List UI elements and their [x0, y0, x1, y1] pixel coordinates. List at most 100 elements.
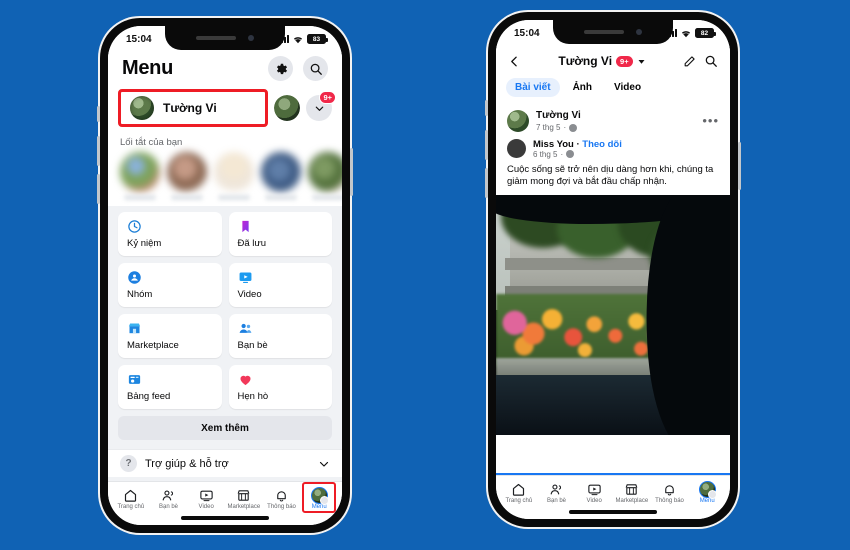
shortcut-avatar: [167, 152, 207, 192]
nav-item-notifications[interactable]: Thông báo: [263, 485, 301, 511]
tab-photos[interactable]: Ảnh: [564, 78, 601, 97]
nav-label: Menu: [699, 498, 715, 504]
list-item[interactable]: [308, 152, 342, 200]
tab-posts[interactable]: Bài viết: [506, 78, 560, 97]
page-title: Tường Vi: [558, 54, 613, 68]
post-photo[interactable]: [496, 195, 730, 436]
avatar: [698, 480, 717, 499]
nav-item-video[interactable]: Video: [187, 485, 225, 511]
wifi-icon: [293, 36, 303, 43]
chevron-left-icon[interactable]: [508, 55, 521, 68]
list-item[interactable]: [214, 152, 254, 200]
home-icon: [511, 481, 526, 497]
post-author[interactable]: Tường Vi: [536, 110, 695, 123]
home-indicator: [108, 511, 342, 525]
shared-author[interactable]: Miss You: [533, 139, 574, 150]
nav-item-friends[interactable]: Bạn bè: [538, 479, 576, 505]
nav-item-friends[interactable]: Bạn bè: [150, 485, 188, 511]
nav-label: Trang chủ: [117, 504, 145, 510]
tile-label: Video: [237, 289, 262, 300]
nav-item-menu[interactable]: Menu: [300, 482, 338, 513]
shortcut-avatar: [120, 152, 160, 192]
profile-card-highlighted[interactable]: Tường Vi: [118, 89, 268, 127]
list-item[interactable]: [261, 152, 301, 200]
follow-link[interactable]: Theo dõi: [582, 139, 622, 150]
nav-label: Bạn bè: [158, 504, 179, 510]
tile-friends[interactable]: Bạn bè: [228, 314, 332, 358]
nav-label: Video: [586, 498, 602, 504]
front-camera: [636, 29, 642, 35]
bell-icon: [662, 481, 677, 497]
list-item[interactable]: [120, 152, 160, 200]
more-options-icon[interactable]: •••: [702, 115, 719, 128]
profile-name: Tường Vi: [163, 101, 217, 115]
left-screen: 15:04 83 Menu Tường Vi 9+ Lối tắt của bạ…: [108, 26, 342, 525]
search-icon[interactable]: [704, 54, 718, 68]
question-mark-icon: ?: [120, 455, 137, 472]
globe-icon: [566, 150, 575, 158]
battery-indicator: 82: [695, 28, 716, 38]
tile-label: Hẹn hò: [237, 391, 269, 402]
status-badge: 9+: [616, 55, 633, 67]
avatar[interactable]: [507, 110, 529, 133]
mute-switch[interactable]: [485, 100, 488, 116]
tile-label: Kỷ niệm: [127, 238, 162, 249]
list-item[interactable]: [167, 152, 207, 200]
video-icon: [587, 481, 602, 497]
power-button[interactable]: [738, 142, 741, 190]
switch-account-icon[interactable]: [272, 93, 302, 123]
shortcut-avatar: [308, 152, 342, 192]
right-content-scroll[interactable]: Tường Vi 9+ Bài viết Ảnh Video Tường Vi …: [496, 46, 730, 473]
search-button[interactable]: [303, 56, 328, 81]
mute-switch[interactable]: [97, 106, 100, 122]
memories-clock-icon: [128, 220, 141, 233]
bell-icon: [274, 487, 289, 503]
volume-up-button[interactable]: [97, 136, 100, 166]
tab-videos[interactable]: Video: [605, 78, 650, 97]
volume-up-button[interactable]: [485, 130, 488, 160]
power-button[interactable]: [350, 148, 353, 196]
shortcut-label-placeholder: [265, 195, 297, 200]
see-more-button[interactable]: Xem thêm: [118, 416, 332, 440]
tile-memories[interactable]: Kỷ niệm: [118, 212, 222, 256]
header-title-group[interactable]: Tường Vi 9+: [529, 54, 675, 68]
tile-saved[interactable]: Đã lưu: [228, 212, 332, 256]
expand-accounts-button[interactable]: 9+: [306, 91, 336, 121]
tile-feeds[interactable]: Bảng feed: [118, 365, 222, 409]
chevron-down-icon[interactable]: [637, 57, 646, 66]
tile-dating[interactable]: Hẹn hò: [228, 365, 332, 409]
shared-author-line: Miss You · Theo dõi: [533, 139, 622, 150]
saved-bookmark-icon: [241, 220, 249, 233]
chevron-down-icon[interactable]: [318, 458, 330, 470]
tile-label: Đã lưu: [237, 238, 267, 249]
nav-label: Bạn bè: [546, 498, 567, 504]
separator-dot: ·: [576, 138, 580, 150]
shared-meta: Miss You · Theo dõi 6 thg 5 ·: [533, 139, 622, 159]
nav-item-marketplace[interactable]: Marketplace: [613, 479, 651, 505]
volume-down-button[interactable]: [485, 168, 488, 198]
tile-marketplace[interactable]: Marketplace: [118, 314, 222, 358]
chevron-down-icon: [315, 106, 323, 111]
nav-item-home[interactable]: Trang chủ: [500, 479, 538, 505]
nav-item-notifications[interactable]: Thông báo: [651, 479, 689, 505]
marketplace-icon: [624, 481, 639, 497]
tile-video[interactable]: Video: [228, 263, 332, 307]
post-text: Cuộc sống sẽ trở nên dịu dàng hơn khi, c…: [507, 163, 714, 188]
marketplace-icon: [236, 487, 251, 503]
nav-item-video[interactable]: Video: [575, 479, 613, 505]
volume-down-button[interactable]: [97, 174, 100, 204]
shortcut-avatar: [214, 152, 254, 192]
profile-avatar-icon: [310, 486, 329, 505]
nav-item-home[interactable]: Trang chủ: [112, 485, 150, 511]
left-content-scroll[interactable]: Menu Tường Vi 9+ Lối tắt của bạn Kỷ niệm…: [108, 52, 342, 481]
settings-button[interactable]: [268, 56, 293, 81]
see-more-wrap: Xem thêm: [108, 409, 342, 445]
help-support-row[interactable]: ? Trợ giúp & hỗ trợ: [108, 449, 342, 477]
tile-label: Marketplace: [127, 340, 179, 351]
post-meta: Tường Vi 7 thg 5 ·: [536, 110, 695, 133]
nav-item-menu[interactable]: Menu: [688, 479, 726, 505]
pencil-icon[interactable]: [683, 55, 696, 68]
nav-item-marketplace[interactable]: Marketplace: [225, 485, 263, 511]
avatar[interactable]: [507, 139, 526, 158]
tile-groups[interactable]: Nhóm: [118, 263, 222, 307]
